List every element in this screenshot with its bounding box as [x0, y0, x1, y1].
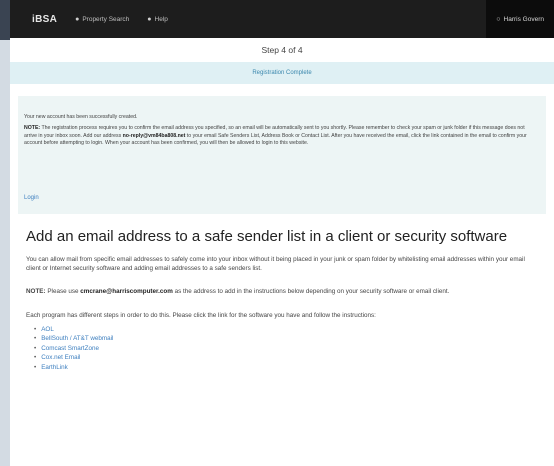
- safe-sender-heading: Add an email address to a safe sender li…: [26, 228, 508, 245]
- link-bellsouth-att[interactable]: BellSouth / AT&T webmail: [41, 335, 113, 342]
- safe-sender-section: Add an email address to a safe sender li…: [26, 228, 526, 372]
- left-sidebar-strip: [0, 0, 10, 466]
- login-link[interactable]: Login: [24, 195, 39, 203]
- nav-property-search[interactable]: ● Property Search: [75, 16, 129, 23]
- safe-sender-note-suffix: as the address to add in the instruction…: [172, 288, 450, 296]
- link-aol[interactable]: AOL: [41, 326, 54, 333]
- help-circle-icon: ●: [147, 15, 152, 23]
- instructions-text: Each program has different steps in orde…: [26, 311, 376, 319]
- brand-logo[interactable]: iBSA: [32, 14, 57, 25]
- list-item: • Cox.net Email: [34, 353, 526, 363]
- bullet: •: [34, 354, 37, 362]
- email-client-links: • AOL • BellSouth / AT&T webmail • Comcast …: [26, 325, 526, 373]
- note-label: NOTE:: [24, 125, 41, 131]
- link-cox-net-email[interactable]: Cox.net Email: [41, 354, 80, 361]
- bullet: •: [34, 335, 37, 343]
- link-earthlink[interactable]: EarthLink: [41, 364, 68, 371]
- confirmation-panel: Your new account has been successfully c…: [18, 96, 546, 214]
- safe-sender-note-prefix: Please use: [45, 288, 81, 296]
- list-item: • Comcast SmartZone: [34, 344, 526, 354]
- account-created-message: Your new account has been successfully c…: [24, 114, 138, 120]
- nav-property-search-label: Property Search: [82, 15, 130, 23]
- bullet: •: [34, 344, 37, 352]
- safe-sender-intro: You can allow mail from specific email a…: [26, 256, 525, 273]
- user-name: Harris Govern: [503, 15, 544, 23]
- list-item: • AOL: [34, 325, 526, 335]
- list-item: • BellSouth / AT&T webmail: [34, 334, 526, 344]
- top-navbar: iBSA ● Property Search ● Help ○ Harris G…: [10, 0, 554, 38]
- bullet: •: [34, 363, 37, 371]
- safe-sender-note-label: NOTE:: [26, 288, 46, 296]
- left-sidebar-header: [0, 0, 10, 40]
- user-menu[interactable]: ○ Harris Govern: [486, 0, 554, 38]
- bullet: •: [34, 325, 37, 333]
- no-reply-address: no-reply@vm84ba808.net: [122, 132, 186, 139]
- user-circle-icon: ○: [496, 15, 501, 23]
- nav-help[interactable]: ● Help: [147, 16, 168, 23]
- list-item: • EarthLink: [34, 363, 526, 373]
- safe-sender-email: cmcrane@harriscomputer.com: [80, 288, 173, 296]
- nav-help-label: Help: [154, 15, 168, 23]
- link-comcast-smartzone[interactable]: Comcast SmartZone: [41, 345, 99, 352]
- globe-icon: ●: [75, 15, 80, 23]
- safe-sender-note: NOTE: Please use cmcrane@harriscomputer.…: [26, 287, 526, 296]
- registration-complete-banner: Registration Complete: [10, 62, 554, 84]
- step-indicator: Step 4 of 4: [261, 45, 303, 55]
- confirmation-note: NOTE: The registration process requires …: [24, 125, 534, 148]
